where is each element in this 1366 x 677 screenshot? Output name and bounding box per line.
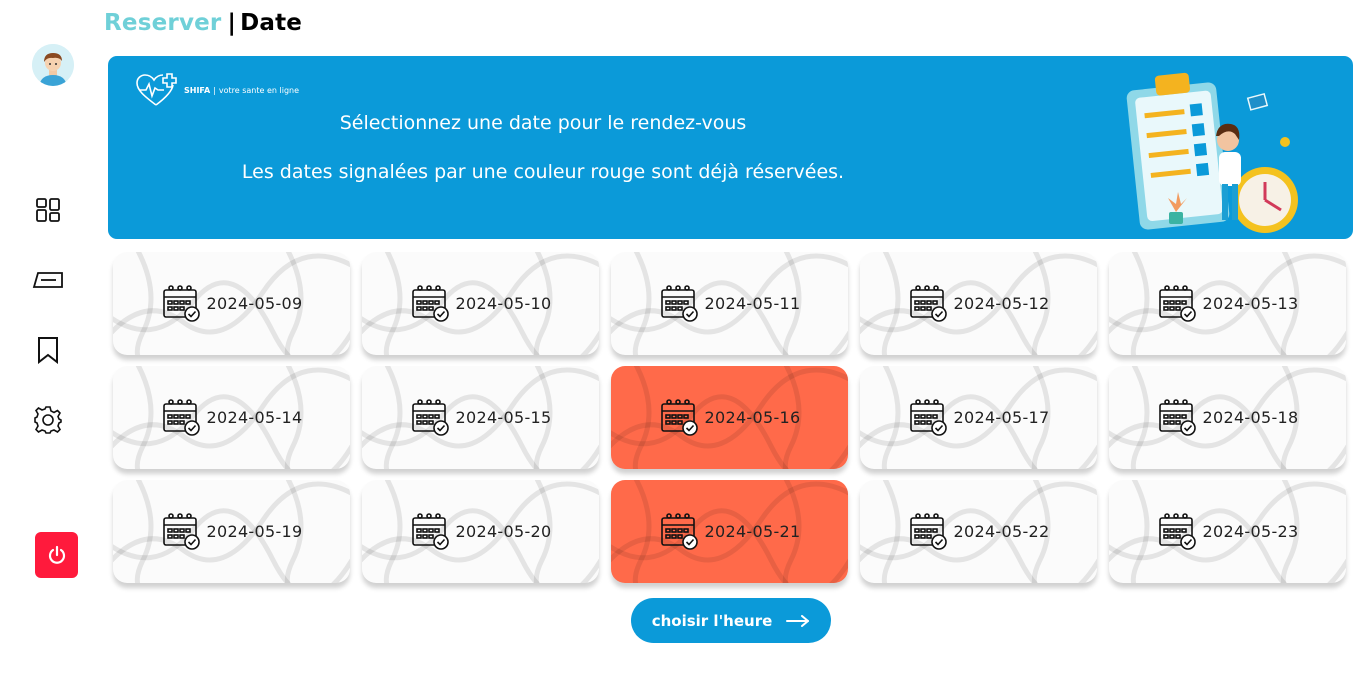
sidebar <box>0 0 96 677</box>
arrow-right-icon <box>786 614 810 627</box>
date-label: 2024-05-21 <box>704 522 801 541</box>
date-card-content: 2024-05-13 <box>1157 282 1299 326</box>
user-avatar[interactable] <box>32 44 74 86</box>
date-card-content: 2024-05-11 <box>659 282 801 326</box>
date-label: 2024-05-09 <box>206 294 303 313</box>
calendar-check-icon <box>908 282 954 326</box>
calendar-check-icon <box>161 396 207 440</box>
calendar-check-icon <box>410 396 456 440</box>
brand-name: SHIFA <box>184 85 211 95</box>
date-card-2024-05-23[interactable]: 2024-05-23 <box>1109 480 1346 583</box>
calendar-check-icon <box>908 396 954 440</box>
date-card-content: 2024-05-15 <box>410 396 552 440</box>
brand-separator: | <box>213 85 216 95</box>
date-card-2024-05-12[interactable]: 2024-05-12 <box>860 252 1097 355</box>
date-card-content: 2024-05-14 <box>161 396 303 440</box>
page-title-part2: Date <box>240 10 303 36</box>
date-label: 2024-05-11 <box>704 294 801 313</box>
date-label: 2024-05-13 <box>1202 294 1299 313</box>
calendar-check-icon <box>410 282 456 326</box>
banner-instruction: Sélectionnez une date pour le rendez-vou… <box>339 112 747 134</box>
page-title-part1: Reserver <box>104 10 222 36</box>
date-label: 2024-05-10 <box>455 294 552 313</box>
date-label: 2024-05-14 <box>206 408 303 427</box>
date-card-content: 2024-05-23 <box>1157 510 1299 554</box>
date-card-2024-05-11[interactable]: 2024-05-11 <box>611 252 848 355</box>
date-card-content: 2024-05-22 <box>908 510 1050 554</box>
dashboard-icon[interactable] <box>30 192 66 228</box>
gear-icon[interactable] <box>30 402 66 438</box>
date-card-content: 2024-05-09 <box>161 282 303 326</box>
date-card-content: 2024-05-21 <box>659 510 801 554</box>
date-label: 2024-05-23 <box>1202 522 1299 541</box>
choose-time-button[interactable]: choisir l'heure <box>631 598 831 643</box>
calendar-check-icon <box>659 282 705 326</box>
date-card-content: 2024-05-17 <box>908 396 1050 440</box>
date-card-content: 2024-05-20 <box>410 510 552 554</box>
date-card-2024-05-17[interactable]: 2024-05-17 <box>860 366 1097 469</box>
info-banner: SHIFA | votre sante en ligne Sélectionne… <box>108 56 1353 239</box>
date-card-content: 2024-05-10 <box>410 282 552 326</box>
calendar-check-icon <box>1157 396 1203 440</box>
calendar-check-icon <box>1157 510 1203 554</box>
date-card-2024-05-14[interactable]: 2024-05-14 <box>113 366 350 469</box>
date-card-content: 2024-05-16 <box>659 396 801 440</box>
page-title-separator: | <box>227 10 237 36</box>
ticket-icon[interactable] <box>30 262 66 298</box>
heart-cross-icon <box>136 73 177 106</box>
date-card-2024-05-21[interactable]: 2024-05-21 <box>611 480 848 583</box>
page-title: Reserver | Date <box>104 10 302 36</box>
date-card-2024-05-15[interactable]: 2024-05-15 <box>362 366 599 469</box>
calendar-check-icon <box>659 510 705 554</box>
date-label: 2024-05-17 <box>953 408 1050 427</box>
date-card-content: 2024-05-18 <box>1157 396 1299 440</box>
choose-time-label: choisir l'heure <box>651 611 773 630</box>
calendar-check-icon <box>161 510 207 554</box>
date-label: 2024-05-15 <box>455 408 552 427</box>
date-label: 2024-05-12 <box>953 294 1050 313</box>
bookmark-icon[interactable] <box>30 332 66 368</box>
brand-tagline: votre sante en ligne <box>218 85 300 95</box>
banner-notice: Les dates signalées par une couleur roug… <box>241 161 845 183</box>
date-label: 2024-05-22 <box>953 522 1050 541</box>
date-card-2024-05-16[interactable]: 2024-05-16 <box>611 366 848 469</box>
date-card-content: 2024-05-19 <box>161 510 303 554</box>
date-label: 2024-05-20 <box>455 522 552 541</box>
date-label: 2024-05-18 <box>1202 408 1299 427</box>
date-card-2024-05-13[interactable]: 2024-05-13 <box>1109 252 1346 355</box>
calendar-check-icon <box>410 510 456 554</box>
power-icon <box>48 545 65 564</box>
date-card-2024-05-10[interactable]: 2024-05-10 <box>362 252 599 355</box>
date-card-2024-05-19[interactable]: 2024-05-19 <box>113 480 350 583</box>
logout-button[interactable] <box>35 532 78 578</box>
date-label: 2024-05-19 <box>206 522 303 541</box>
date-card-2024-05-18[interactable]: 2024-05-18 <box>1109 366 1346 469</box>
date-card-2024-05-20[interactable]: 2024-05-20 <box>362 480 599 583</box>
date-label: 2024-05-16 <box>704 408 801 427</box>
calendar-check-icon <box>659 396 705 440</box>
calendar-check-icon <box>161 282 207 326</box>
calendar-check-icon <box>1157 282 1203 326</box>
date-card-2024-05-22[interactable]: 2024-05-22 <box>860 480 1097 583</box>
appointment-illustration <box>1126 72 1298 233</box>
date-card-2024-05-09[interactable]: 2024-05-09 <box>113 252 350 355</box>
calendar-check-icon <box>908 510 954 554</box>
date-card-content: 2024-05-12 <box>908 282 1050 326</box>
brand-logo: SHIFA | votre sante en ligne <box>134 72 299 108</box>
